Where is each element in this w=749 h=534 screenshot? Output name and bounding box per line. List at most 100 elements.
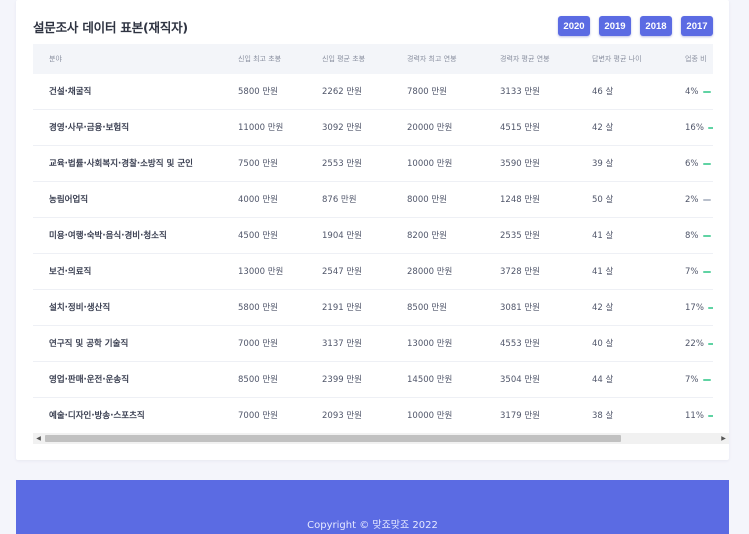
cell-exp-avg: 3133 만원 (500, 87, 540, 97)
cell-field: 예술·디자인·방송·스포츠직 (49, 411, 145, 421)
cell-exp-max: 10000 만원 (407, 411, 453, 421)
cell-new-avg: 2093 만원 (322, 411, 362, 421)
footer: Copyright © 맞죠맞죠 2022 (16, 480, 729, 534)
pct-label: 11% (685, 411, 704, 421)
year-button-2017[interactable]: 2017 (681, 16, 713, 36)
column-header-new-max[interactable]: 신입 최고 초봉 (238, 44, 281, 74)
pct-label: 22% (685, 339, 704, 349)
card-title: 설문조사 데이터 표본(재직자) (33, 20, 188, 35)
cell-field: 건설·채굴직 (49, 87, 92, 97)
cell-pct: 11% (685, 398, 713, 434)
pct-label: 4% (685, 87, 699, 97)
column-header-exp-max[interactable]: 경력자 최고 연봉 (407, 44, 457, 74)
cell-exp-avg: 3590 만원 (500, 159, 540, 169)
cell-new-avg: 3092 만원 (322, 123, 362, 133)
pct-bar (707, 127, 713, 129)
table-row: 교육·법률·사회복지·경찰·소방직 및 군인 7500 만원 2553 만원 1000… (33, 146, 713, 182)
cell-age: 41 살 (592, 231, 614, 241)
cell-exp-max: 7800 만원 (407, 87, 447, 97)
scroll-right-icon[interactable]: ▶ (718, 433, 729, 444)
cell-pct: 8% (685, 218, 711, 254)
pct-bar (702, 271, 711, 273)
cell-new-max: 4500 만원 (238, 231, 278, 241)
cell-field: 설치·정비·생산직 (49, 303, 111, 313)
year-button-2018[interactable]: 2018 (640, 16, 672, 36)
cell-new-avg: 1904 만원 (322, 231, 362, 241)
scroll-left-icon[interactable]: ◀ (33, 433, 44, 444)
cell-field: 영업·판매·운전·운송직 (49, 375, 130, 385)
year-selector: 2020 2019 2018 2017 (558, 16, 713, 36)
cell-new-avg: 2262 만원 (322, 87, 362, 97)
cell-exp-avg: 3504 만원 (500, 375, 540, 385)
cell-age: 41 살 (592, 267, 614, 277)
pct-bar (707, 343, 713, 345)
cell-pct: 17% (685, 290, 713, 326)
cell-exp-max: 14500 만원 (407, 375, 453, 385)
table-row: 예술·디자인·방송·스포츠직 7000 만원 2093 만원 10000 만원 3179… (33, 398, 713, 434)
cell-field: 연구직 및 공학 기술직 (49, 339, 129, 349)
cell-exp-avg: 4553 만원 (500, 339, 540, 349)
pct-bar (702, 91, 711, 93)
pct-label: 2% (685, 195, 699, 205)
cell-new-max: 11000 만원 (238, 123, 284, 133)
cell-new-avg: 876 만원 (322, 195, 357, 205)
pct-label: 7% (685, 375, 699, 385)
cell-exp-avg: 2535 만원 (500, 231, 540, 241)
table-row: 보건·의료직 13000 만원 2547 만원 28000 만원 3728 만원 41 살… (33, 254, 713, 290)
cell-exp-avg: 1248 만원 (500, 195, 540, 205)
cell-pct: 16% (685, 110, 713, 146)
pct-bar (702, 199, 711, 201)
cell-age: 42 살 (592, 123, 614, 133)
pct-bar (707, 415, 713, 417)
cell-field: 경영·사무·금융·보험직 (49, 123, 130, 133)
cell-exp-avg: 3179 만원 (500, 411, 540, 421)
cell-new-max: 7500 만원 (238, 159, 278, 169)
column-header-pct[interactable]: 업종 비 (685, 44, 707, 74)
cell-new-avg: 2399 만원 (322, 375, 362, 385)
cell-age: 39 살 (592, 159, 614, 169)
cell-pct: 2% (685, 182, 711, 218)
cell-new-avg: 2547 만원 (322, 267, 362, 277)
cell-field: 보건·의료직 (49, 267, 92, 277)
cell-new-max: 13000 만원 (238, 267, 284, 277)
table-row: 연구직 및 공학 기술직 7000 만원 3137 만원 13000 만원 4553 만… (33, 326, 713, 362)
column-header-age[interactable]: 답변자 평균 나이 (592, 44, 642, 74)
pct-label: 7% (685, 267, 699, 277)
cell-age: 38 살 (592, 411, 614, 421)
year-button-2020[interactable]: 2020 (558, 16, 590, 36)
cell-new-max: 5800 만원 (238, 303, 278, 313)
cell-exp-avg: 3081 만원 (500, 303, 540, 313)
cell-exp-max: 8200 만원 (407, 231, 447, 241)
cell-field: 교육·법률·사회복지·경찰·소방직 및 군인 (49, 159, 193, 169)
cell-age: 44 살 (592, 375, 614, 385)
column-header-exp-avg[interactable]: 경력자 평균 연봉 (500, 44, 550, 74)
table-row: 농림어업직 4000 만원 876 만원 8000 만원 1248 만원 50 살 2% (33, 182, 713, 218)
cell-pct: 6% (685, 146, 711, 182)
pct-label: 17% (685, 303, 704, 313)
cell-age: 46 살 (592, 87, 614, 97)
column-header-field[interactable]: 분야 (49, 44, 62, 74)
cell-new-max: 7000 만원 (238, 339, 278, 349)
table-header: 분야 신입 최고 초봉 신입 평균 초봉 경력자 최고 연봉 경력자 평균 연봉… (33, 44, 713, 74)
cell-field: 농림어업직 (49, 195, 89, 205)
cell-exp-max: 8500 만원 (407, 303, 447, 313)
cell-exp-max: 13000 만원 (407, 339, 453, 349)
table-row: 설치·정비·생산직 5800 만원 2191 만원 8500 만원 3081 만원 42 … (33, 290, 713, 326)
pct-label: 16% (685, 123, 704, 133)
year-button-2019[interactable]: 2019 (599, 16, 631, 36)
cell-pct: 4% (685, 74, 711, 110)
cell-new-avg: 3137 만원 (322, 339, 362, 349)
pct-bar (707, 307, 713, 309)
horizontal-scrollbar[interactable]: ◀ ▶ (33, 433, 729, 444)
cell-age: 40 살 (592, 339, 614, 349)
cell-pct: 22% (685, 326, 713, 362)
column-header-new-avg[interactable]: 신입 평균 초봉 (322, 44, 365, 74)
cell-field: 미용·여행·숙박·음식·경비·청소직 (49, 231, 167, 241)
pct-label: 6% (685, 159, 699, 169)
cell-pct: 7% (685, 254, 711, 290)
cell-new-avg: 2553 만원 (322, 159, 362, 169)
scroll-thumb[interactable] (45, 435, 621, 442)
survey-card: 설문조사 데이터 표본(재직자) 2020 2019 2018 2017 분야 … (16, 0, 729, 460)
table-row: 미용·여행·숙박·음식·경비·청소직 4500 만원 1904 만원 8200 만원 2… (33, 218, 713, 254)
cell-age: 50 살 (592, 195, 614, 205)
